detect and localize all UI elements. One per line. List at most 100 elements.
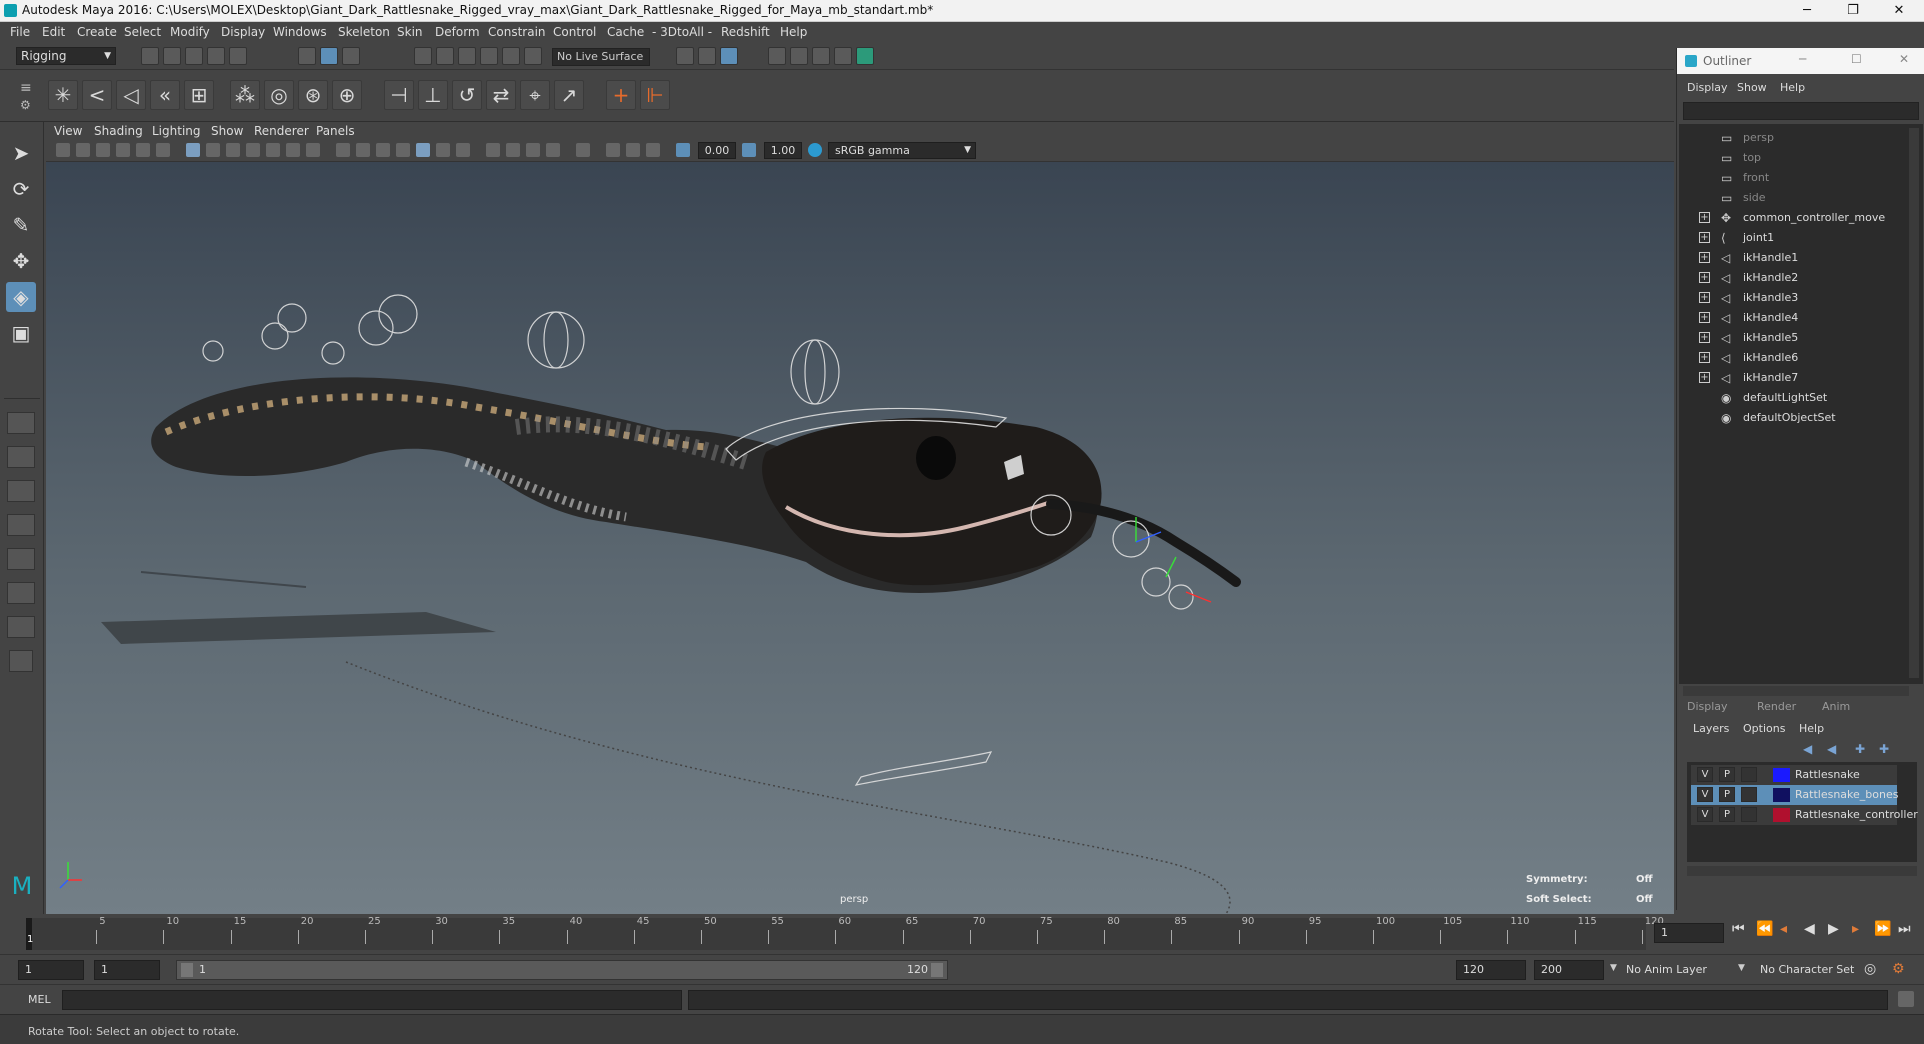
scale-tool-icon[interactable]: ▣	[6, 318, 36, 348]
select-object-icon[interactable]	[320, 47, 338, 65]
select-tool-icon[interactable]: ➤	[6, 138, 36, 168]
expand-icon[interactable]: +	[1699, 292, 1710, 303]
depth-of-field-icon[interactable]	[546, 143, 560, 157]
layer-color-swatch[interactable]	[1773, 788, 1790, 802]
render-settings-icon[interactable]	[834, 47, 852, 65]
layer-menu-options[interactable]: Options	[1743, 722, 1785, 735]
step-forward-frame-icon[interactable]: ▸	[1852, 921, 1859, 937]
xray-icon[interactable]	[606, 143, 620, 157]
menu-skeleton[interactable]: Skeleton	[338, 25, 390, 39]
mirror-weights-icon[interactable]: ⇄	[486, 80, 516, 110]
ik-handle-tool-icon[interactable]: ◁	[116, 80, 146, 110]
layer-color-swatch[interactable]	[1773, 808, 1790, 822]
mel-input[interactable]	[62, 990, 682, 1010]
menu-windows[interactable]: Windows	[273, 25, 327, 39]
outliner-item[interactable]: + ◁ ikHandle5	[1677, 328, 1907, 348]
layer-color-swatch[interactable]	[1773, 768, 1790, 782]
snap-point-icon[interactable]	[458, 47, 476, 65]
field-chart-icon[interactable]	[266, 143, 280, 157]
color-space-dropdown[interactable]: sRGB gamma ▼	[828, 142, 976, 159]
insert-joint-icon[interactable]: <	[82, 80, 112, 110]
menu-redshift[interactable]: Redshift	[721, 25, 770, 39]
menu-deform[interactable]: Deform	[435, 25, 480, 39]
persp-graph-layout-icon[interactable]	[7, 582, 35, 604]
menu-constrain[interactable]: Constrain	[488, 25, 546, 39]
playback-start-field[interactable]: 1	[94, 960, 160, 980]
locator-icon[interactable]: ⊞	[184, 80, 214, 110]
render-view-icon[interactable]	[768, 47, 786, 65]
layer-tab-render[interactable]: Render	[1757, 700, 1796, 713]
smooth-shade-icon[interactable]	[356, 143, 370, 157]
select-hierarchy-icon[interactable]	[298, 47, 316, 65]
perspective-viewport[interactable]: Symmetry: Off Soft Select: Off persp	[46, 162, 1674, 914]
menu-cache[interactable]: Cache	[607, 25, 644, 39]
cluster-icon[interactable]: ⁂	[230, 80, 260, 110]
outliner-item[interactable]: ▭ top	[1677, 148, 1907, 168]
outliner-horizontal-scrollbar[interactable]	[1683, 686, 1909, 696]
auto-key-icon[interactable]: ◎	[1864, 961, 1876, 977]
step-back-frame-icon[interactable]: ◂	[1780, 921, 1787, 937]
wireframe-icon[interactable]	[336, 143, 350, 157]
layer-playback-toggle[interactable]: P	[1719, 807, 1735, 822]
menu-select[interactable]: Select	[124, 25, 161, 39]
outliner-close-button[interactable]: ✕	[1899, 52, 1909, 66]
color-management-icon[interactable]	[808, 143, 822, 157]
menu-control[interactable]: Control	[553, 25, 596, 39]
undo-icon[interactable]	[207, 47, 225, 65]
hypershade-icon[interactable]	[856, 47, 874, 65]
redo-icon[interactable]	[229, 47, 247, 65]
anti-aliasing-icon[interactable]	[526, 143, 540, 157]
four-view-layout-icon[interactable]	[7, 446, 35, 468]
expand-icon[interactable]: +	[1699, 232, 1710, 243]
current-frame-field[interactable]: 1	[1654, 923, 1724, 943]
expand-icon[interactable]: +	[1699, 332, 1710, 343]
exposure-icon[interactable]	[676, 143, 690, 157]
layer-menu-layers[interactable]: Layers	[1693, 722, 1729, 735]
layer-playback-toggle[interactable]: P	[1719, 787, 1735, 802]
menu-file[interactable]: File	[10, 25, 30, 39]
shelf-settings-icon[interactable]: ⚙	[20, 98, 31, 112]
lasso-tool-icon[interactable]: ⟳	[6, 174, 36, 204]
snap-grid-icon[interactable]	[414, 47, 432, 65]
shelf-menu-icon[interactable]: ≡	[20, 80, 32, 96]
vp-menu-renderer[interactable]: Renderer	[254, 124, 309, 138]
menu-3dtoall[interactable]: - 3DtoAll -	[652, 25, 712, 39]
play-backward-icon[interactable]: ◀	[1804, 921, 1815, 937]
expand-icon[interactable]: +	[1699, 372, 1710, 383]
construction-history-icon[interactable]	[720, 47, 738, 65]
new-scene-icon[interactable]	[141, 47, 159, 65]
motion-blur-icon[interactable]	[506, 143, 520, 157]
layer-visibility-toggle[interactable]: V	[1697, 767, 1713, 782]
snap-curve-icon[interactable]	[436, 47, 454, 65]
layer-tab-anim[interactable]: Anim	[1822, 700, 1850, 713]
character-set-dropdown[interactable]: No Character Set	[1760, 963, 1854, 976]
step-back-key-icon[interactable]: ⏪	[1756, 921, 1773, 937]
xray-active-icon[interactable]	[626, 143, 640, 157]
menu-edit[interactable]: Edit	[42, 25, 65, 39]
vp-menu-lighting[interactable]: Lighting	[152, 124, 201, 138]
preferences-icon[interactable]: ⚙	[1892, 961, 1905, 977]
exposure-field[interactable]: 0.00	[698, 142, 736, 159]
toolbox-more-icon[interactable]	[9, 650, 33, 672]
mode-dropdown[interactable]: Rigging ▼	[16, 47, 116, 65]
script-editor-icon[interactable]	[1898, 991, 1914, 1007]
use-default-material-icon[interactable]	[376, 143, 390, 157]
outliner-item[interactable]: ▭ persp	[1677, 128, 1907, 148]
expand-icon[interactable]: +	[1699, 312, 1710, 323]
move-tool-icon[interactable]: ✥	[6, 246, 36, 276]
gate-mask-icon[interactable]	[246, 143, 260, 157]
paint-weights-icon[interactable]: ↺	[452, 80, 482, 110]
range-start-handle[interactable]	[181, 963, 193, 977]
layer-visibility-toggle[interactable]: V	[1697, 807, 1713, 822]
play-forward-icon[interactable]: ▶	[1828, 921, 1839, 937]
close-button[interactable]: ✕	[1876, 0, 1922, 22]
menu-skin[interactable]: Skin	[397, 25, 423, 39]
render-current-icon[interactable]	[790, 47, 808, 65]
blend-shape-icon[interactable]: ⊕	[332, 80, 362, 110]
outliner-layout-icon[interactable]	[7, 514, 35, 536]
restore-button[interactable]: ❐	[1830, 0, 1876, 22]
textured-icon[interactable]	[416, 143, 430, 157]
layer-visibility-toggle[interactable]: V	[1697, 787, 1713, 802]
outliner-maximize-button[interactable]: ☐	[1851, 52, 1862, 66]
new-layer-selected-icon[interactable]: ✚	[1879, 742, 1889, 756]
